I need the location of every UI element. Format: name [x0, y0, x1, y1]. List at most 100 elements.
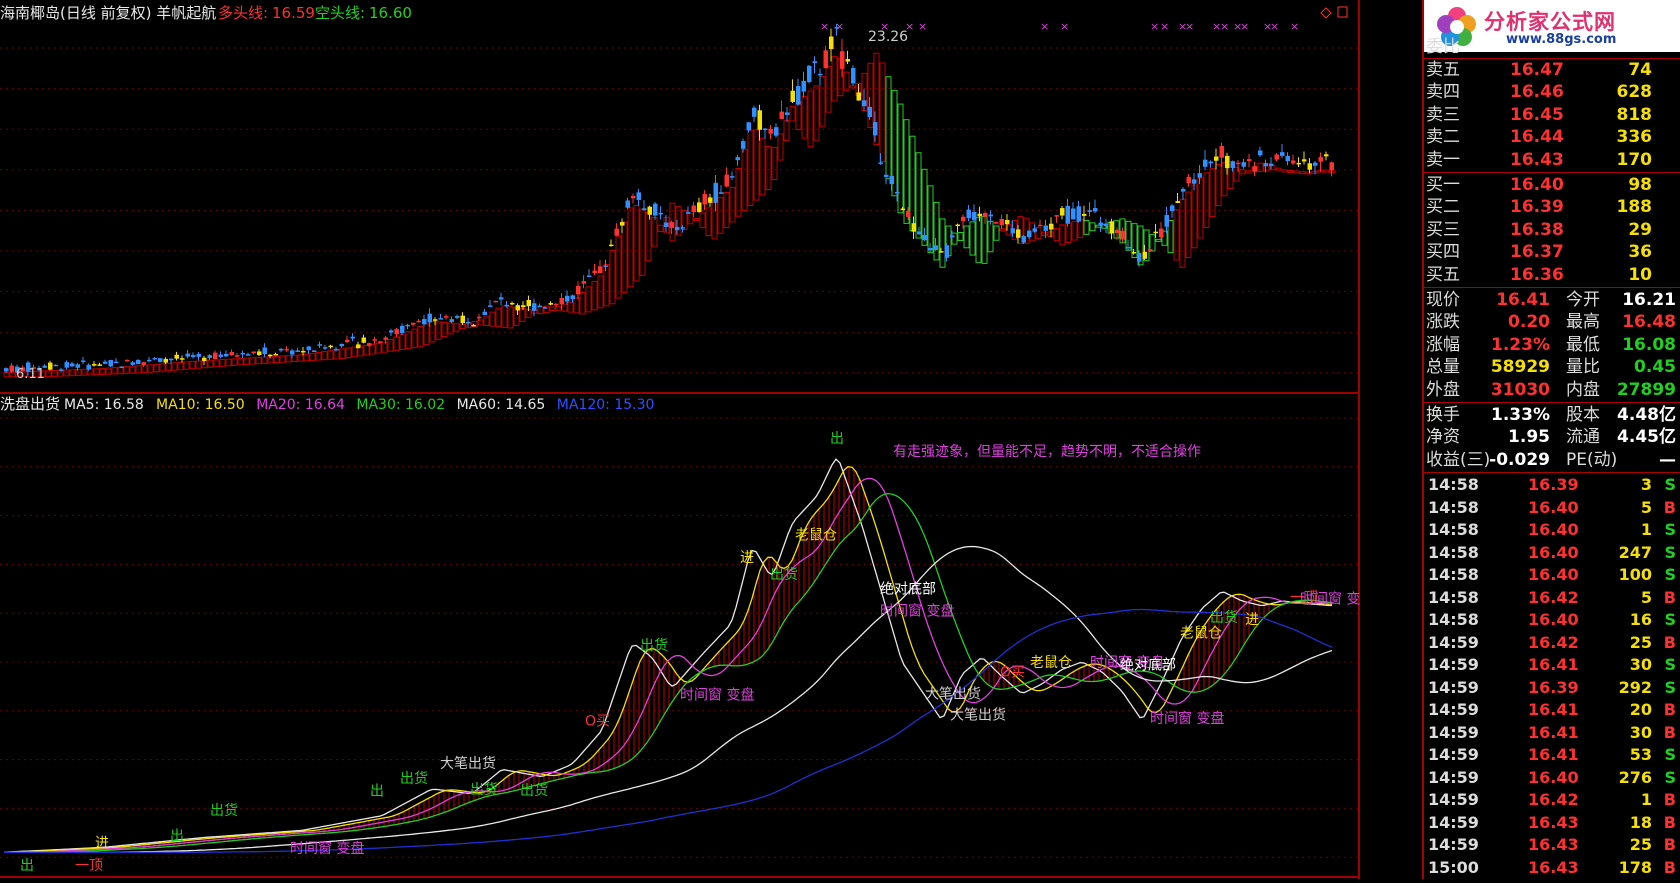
ribbon-bar: [309, 352, 316, 361]
ribbon-bar: [1179, 198, 1186, 268]
candle-body: [884, 174, 889, 177]
tick-price: 16.41: [1528, 745, 1579, 765]
candle-body: [1329, 162, 1334, 171]
ribbon-bar: [405, 331, 412, 350]
candle-body: [1082, 214, 1087, 216]
tick-price: 16.40: [1528, 497, 1579, 517]
candle-body: [400, 325, 405, 334]
candle-body: [389, 330, 394, 333]
ribbon-bar: [615, 235, 622, 299]
candle-body: [878, 162, 883, 164]
candle-body: [1307, 163, 1312, 170]
ribbon-bar: [789, 106, 796, 122]
candle-body: [922, 235, 927, 241]
tick-row: 14:59 16.40 276 S: [1424, 767, 1680, 790]
diamond-icon[interactable]: [1320, 7, 1332, 19]
tick-volume: 5: [1640, 497, 1652, 517]
ribbon-bar: [339, 348, 346, 360]
candle-body: [59, 369, 64, 371]
candle-body: [499, 297, 504, 300]
candle-body: [1269, 163, 1274, 166]
ribbon-bar: [81, 368, 88, 376]
candle-body: [911, 223, 916, 232]
candle-body: [1175, 201, 1180, 203]
signal-label: 大笔出货: [440, 755, 496, 772]
signal-label: 出货: [470, 781, 498, 798]
candle-body: [1296, 162, 1301, 165]
signal-label: 进: [740, 550, 754, 566]
quote-value: 16.21: [1622, 290, 1676, 310]
ribbon-bar: [483, 315, 490, 327]
candle-body: [752, 107, 757, 117]
candle-body: [356, 344, 361, 349]
candle-body: [257, 351, 262, 356]
signal-label: 出货: [520, 782, 548, 799]
ribbon-bar: [669, 202, 676, 242]
ribbon-bar: [639, 208, 646, 276]
candle-body: [515, 305, 520, 311]
divider: [1424, 172, 1680, 173]
tick-side: S: [1664, 767, 1676, 787]
stat-row: 收益(三) -0.029 PE(动) —: [1424, 449, 1680, 472]
tick-row: 14:58 16.40 5 B: [1424, 497, 1680, 520]
candle-body: [1236, 162, 1241, 165]
signal-label: 出: [170, 829, 184, 845]
chart-area[interactable]: × × × × × × × × × × × × × × × × × × 出一顶进出出货 时间窗 变盘出出货 大笔出货出…: [0, 0, 1422, 879]
ribbon-bar: [1185, 191, 1192, 258]
candle-body: [433, 319, 438, 321]
candle-body: [53, 364, 58, 367]
bear-line-value: 16.60: [369, 4, 412, 22]
tick-volume: 5: [1640, 587, 1652, 607]
bid-price: 16.40: [1510, 175, 1564, 195]
candle-body: [488, 305, 493, 307]
stat-label: 净资: [1426, 427, 1460, 448]
tick-price: 16.42: [1528, 587, 1579, 607]
signal-label: 一顶: [75, 858, 103, 874]
signal-label: 出货: [210, 802, 238, 819]
quote-row: 外盘 31030 内盘 27899: [1424, 379, 1680, 402]
tick-row: 14:59 16.41 20 B: [1424, 699, 1680, 722]
tick-row: 14:59 16.41 53 S: [1424, 744, 1680, 767]
candle-body: [851, 67, 856, 84]
bull-line-value: 16.59: [272, 4, 315, 22]
candle-body: [92, 363, 97, 366]
tick-row: 14:58 16.40 100 S: [1424, 564, 1680, 587]
tick-side: S: [1664, 745, 1676, 765]
candle-body: [108, 359, 113, 367]
candle-body: [185, 353, 190, 357]
stat-row: 换手 1.33% 股本 4.48亿: [1424, 404, 1680, 427]
candle-body: [1203, 159, 1208, 167]
tick-time: 14:59: [1428, 722, 1479, 742]
candle-body: [174, 354, 179, 359]
notice-text: 有走强迹象，但量能不足，趋势不明，不适合操作: [893, 444, 1201, 460]
candle-body: [1049, 223, 1054, 230]
ribbon-bar: [963, 225, 970, 249]
bid-label: 买三: [1426, 219, 1460, 240]
candle-body: [383, 337, 388, 340]
candle-body: [191, 355, 196, 358]
ribbon-bar: [441, 322, 448, 338]
signal-label: 出: [830, 431, 844, 447]
indicator-title: 洗盘出货: [0, 395, 60, 413]
candle-body: [1318, 157, 1323, 162]
bid-volume: 188: [1616, 197, 1653, 218]
candle-body: [939, 251, 944, 253]
window-icon[interactable]: [1337, 6, 1348, 18]
ribbon-bar: [171, 362, 178, 371]
signal-marker: ×: [918, 20, 927, 33]
candle-body: [136, 359, 141, 365]
candle-body: [1115, 229, 1120, 234]
bid-price: 16.38: [1510, 219, 1564, 240]
ribbon-bar: [579, 291, 586, 315]
candle-body: [64, 362, 69, 368]
candle-body: [1043, 225, 1048, 231]
candlesticks: × × × × × × × × × ×× ×× ×× ×× ×: [4, 20, 1334, 376]
ribbon-bar: [249, 357, 256, 365]
ribbon-bar: [225, 358, 232, 367]
kline-chart[interactable]: × × × × × × × × × ×× ×× ×× ×× × 出一顶进 出出货时间窗 变盘出出货大笔出货出…: [0, 0, 1422, 879]
bull-line-label: 多头线:: [218, 4, 268, 22]
candle-body: [1219, 145, 1224, 158]
ribbon-bar: [801, 95, 808, 139]
candle-body: [988, 214, 993, 217]
ribbon-bar: [453, 323, 460, 332]
